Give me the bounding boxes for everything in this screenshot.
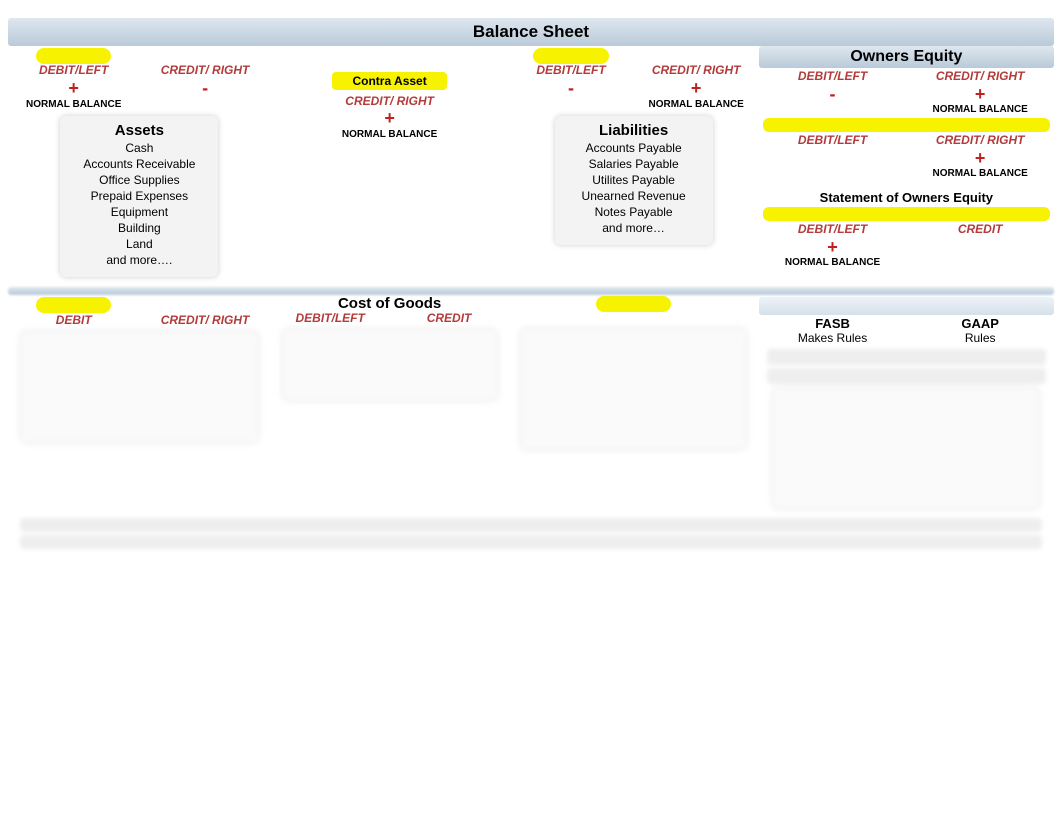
principles-list-blur	[773, 388, 1039, 508]
fasb-gaap-column: FASB Makes Rules GAAP Rules	[759, 295, 1054, 512]
assets-column: DEBIT/LEFT + NORMAL BALANCE CREDIT/ RIGH…	[8, 46, 271, 277]
expenses-list-blur	[21, 332, 257, 442]
oe-yellow-bar-2	[763, 207, 1050, 221]
faint-blue-bar	[759, 297, 1054, 315]
rev-blur-line	[508, 313, 758, 325]
assets-title: Assets	[64, 122, 214, 139]
liabilities-plus: +	[634, 78, 759, 99]
owners-equity-column: Owners Equity DEBIT/LEFT - CREDIT/ RIGHT…	[759, 46, 1054, 269]
liabilities-listbox: Liabilities Accounts Payable Salaries Pa…	[555, 116, 713, 245]
contra-credit-label: CREDIT/ RIGHT	[271, 94, 509, 108]
liabilities-item: Utilites Payable	[559, 173, 709, 187]
cog-list-blur	[283, 330, 497, 400]
chip-blur-2	[596, 296, 671, 312]
assets-item: Equipment	[64, 205, 214, 219]
assets-plus: +	[8, 78, 139, 99]
liabilities-item: Salaries Payable	[559, 157, 709, 171]
revenue-column-blur	[508, 295, 758, 453]
soe-plus: +	[759, 237, 907, 258]
oe-normal-balance: NORMAL BALANCE	[906, 104, 1054, 116]
liabilities-item: Unearned Revenue	[559, 189, 709, 203]
assets-item: and more….	[64, 253, 214, 267]
assets-listbox: Assets Cash Accounts Receivable Office S…	[60, 116, 218, 277]
contra-asset-column: Contra Asset CREDIT/ RIGHT + NORMAL BALA…	[271, 46, 509, 140]
oe-minus: -	[759, 84, 907, 105]
exp-credit-label: CREDIT/ RIGHT	[139, 314, 270, 328]
oe-plus: +	[906, 84, 1054, 105]
assets-item: Office Supplies	[64, 173, 214, 187]
gaap-desc: Rules	[906, 332, 1054, 346]
liabilities-item: Accounts Payable	[559, 141, 709, 155]
owners-equity-header: Owners Equity	[759, 46, 1054, 68]
cog-credit-label: CREDIT	[390, 312, 509, 326]
fasb-name: FASB	[759, 317, 907, 332]
contra-plus: +	[271, 108, 509, 129]
soe-debit-label: DEBIT/LEFT	[759, 223, 907, 237]
soe-credit-label: CREDIT	[906, 223, 1054, 237]
assets-debit-label: DEBIT/LEFT	[8, 64, 139, 78]
oe2-credit-label: CREDIT/ RIGHT	[906, 134, 1054, 148]
assets-item: Cash	[64, 141, 214, 155]
contra-normal-balance: NORMAL BALANCE	[271, 129, 509, 140]
statement-oe-title: Statement of Owners Equity	[759, 190, 1054, 205]
cost-of-goods-column: Cost of Goods DEBIT/LEFT CREDIT	[271, 295, 509, 404]
cog-title: Cost of Goods	[271, 295, 509, 312]
liabilities-minus: -	[508, 78, 633, 99]
oe2-normal-balance: NORMAL BALANCE	[906, 168, 1054, 180]
rev-list-blur	[521, 329, 746, 449]
bottom-blur-2	[20, 535, 1042, 549]
oe2-debit-label: DEBIT/LEFT	[759, 134, 907, 148]
chip-blur	[36, 297, 111, 313]
liabilities-chip	[533, 48, 608, 64]
gaap-name: GAAP	[906, 317, 1054, 332]
assets-item: Accounts Receivable	[64, 157, 214, 171]
assets-item: Prepaid Expenses	[64, 189, 214, 203]
balance-sheet-header: Balance Sheet	[8, 18, 1054, 46]
oe-credit-label: CREDIT/ RIGHT	[906, 70, 1054, 84]
liabilities-column: DEBIT/LEFT - CREDIT/ RIGHT + NORMAL BALA…	[508, 46, 758, 245]
assets-item: Building	[64, 221, 214, 235]
oe-yellow-bar-1	[763, 118, 1050, 132]
assets-item: Land	[64, 237, 214, 251]
exp-debit-label: DEBIT	[8, 314, 139, 328]
liabilities-normal-balance: NORMAL BALANCE	[634, 99, 759, 111]
liabilities-debit-label: DEBIT/LEFT	[508, 64, 633, 78]
assets-minus: -	[139, 78, 270, 99]
blur-bar	[767, 349, 1046, 365]
blur-bar	[767, 368, 1046, 384]
liabilities-item: and more…	[559, 221, 709, 235]
assets-credit-label: CREDIT/ RIGHT	[139, 64, 270, 78]
bottom-blur-1	[20, 518, 1042, 532]
income-statement-bar-blur	[8, 287, 1054, 295]
cog-debit-label: DEBIT/LEFT	[271, 312, 390, 326]
fasb-desc: Makes Rules	[759, 332, 907, 346]
assets-normal-balance: NORMAL BALANCE	[8, 99, 139, 111]
liabilities-credit-label: CREDIT/ RIGHT	[634, 64, 759, 78]
liabilities-item: Notes Payable	[559, 205, 709, 219]
liabilities-title: Liabilities	[559, 122, 709, 139]
soe-normal-balance: NORMAL BALANCE	[759, 257, 907, 269]
oe2-plus: +	[906, 148, 1054, 169]
oe-debit-label: DEBIT/LEFT	[759, 70, 907, 84]
contra-asset-title: Contra Asset	[332, 72, 446, 90]
assets-chip	[36, 48, 111, 64]
expenses-column-blur: DEBIT CREDIT/ RIGHT	[8, 295, 271, 445]
